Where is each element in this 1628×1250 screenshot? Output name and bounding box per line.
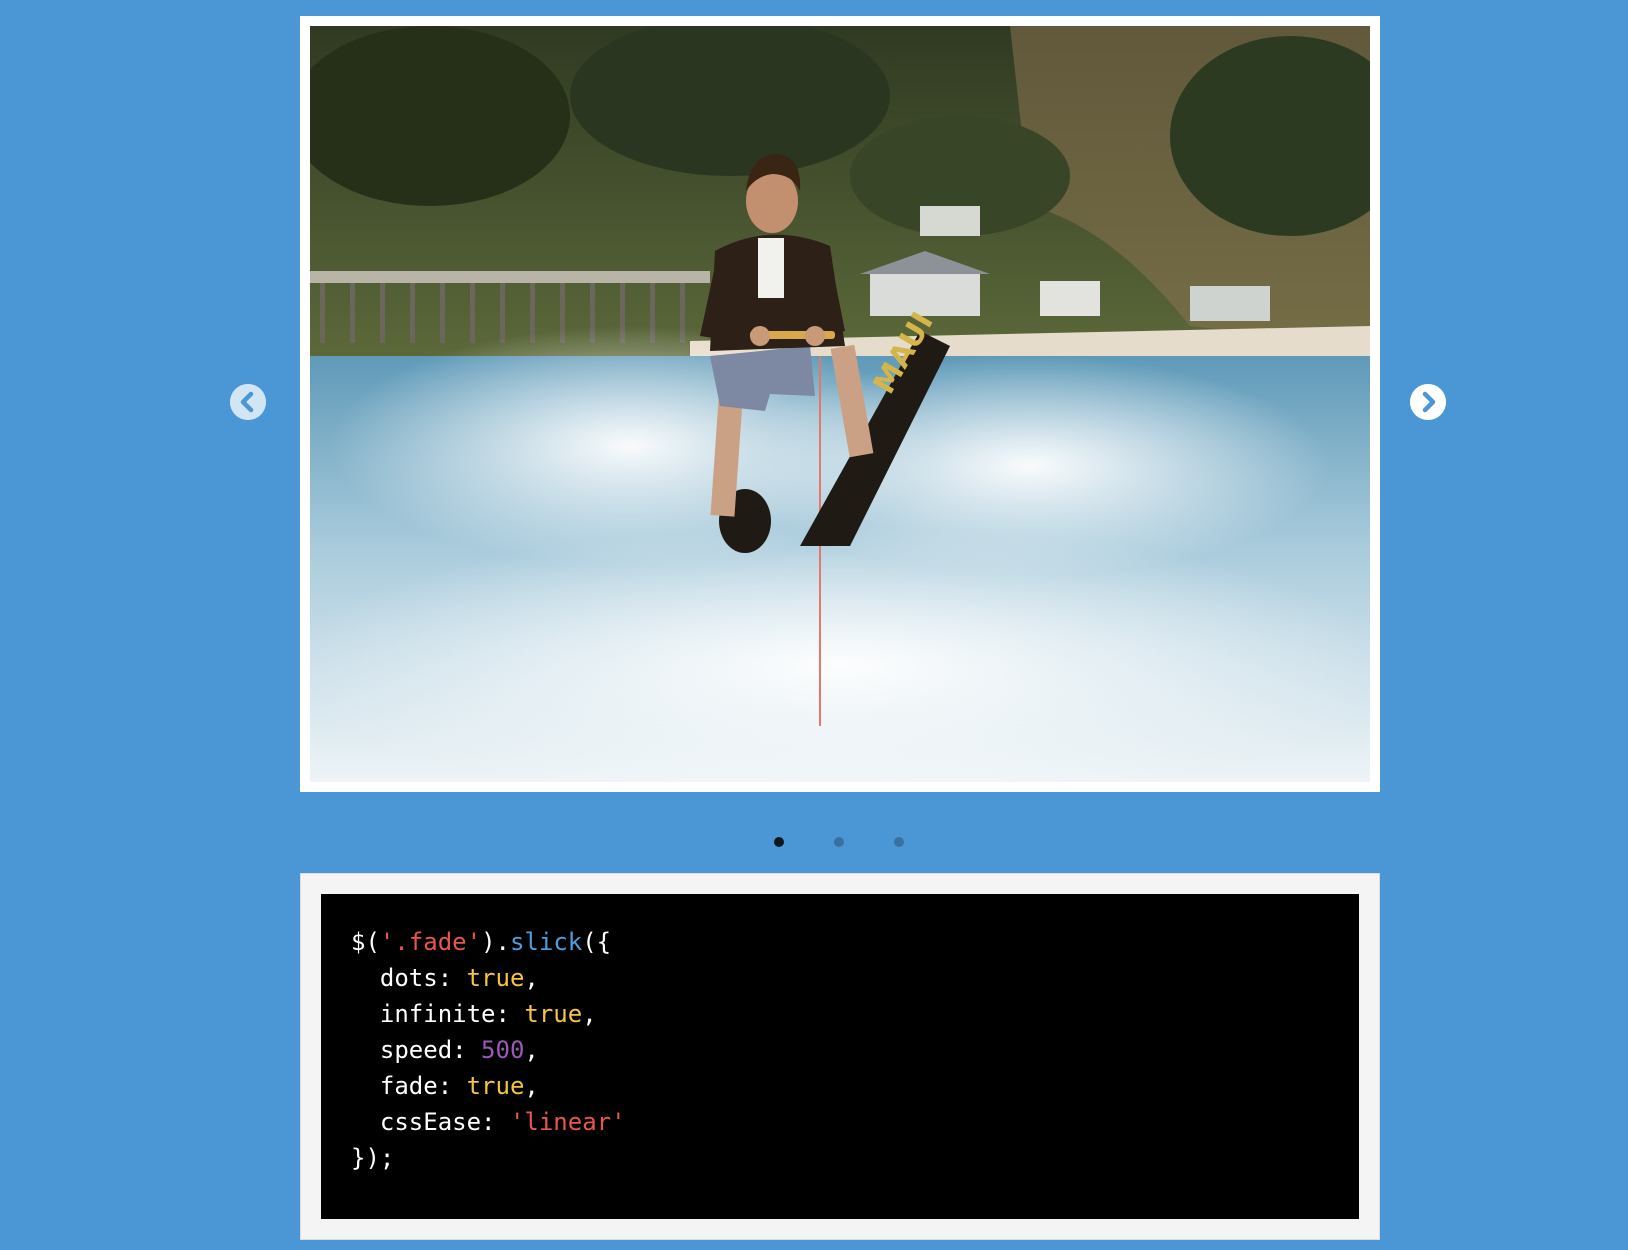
code-token-boolean: true bbox=[466, 964, 525, 992]
code-token-number: 500 bbox=[481, 1036, 525, 1064]
code-key: speed: bbox=[351, 1036, 482, 1064]
slide-dot-3[interactable] bbox=[892, 835, 906, 849]
code-token: , bbox=[524, 1072, 539, 1100]
code-token: ). bbox=[481, 928, 510, 956]
page: MAUI $('.fade').slick({dots: true, infi… bbox=[0, 0, 1628, 1250]
code-token-boolean: true bbox=[524, 1000, 583, 1028]
code-token-string: '.fade' bbox=[379, 928, 482, 956]
code-key: infinite: bbox=[351, 1000, 525, 1028]
code-token: , bbox=[582, 1000, 597, 1028]
code-token: , bbox=[524, 964, 539, 992]
code-token: $( bbox=[351, 928, 380, 956]
code-key: dots: bbox=[351, 964, 467, 992]
code-key: cssEase: bbox=[351, 1108, 510, 1136]
code-text: $('.fade').slick({ dots: true, infinite:… bbox=[351, 924, 1329, 1176]
slide-dot-2[interactable] bbox=[832, 835, 846, 849]
slide-dot-1[interactable] bbox=[772, 835, 786, 849]
water-skier-photo: MAUI bbox=[310, 26, 1370, 782]
code-key: fade: bbox=[351, 1072, 467, 1100]
code-panel: $('.fade').slick({ dots: true, infinite:… bbox=[300, 873, 1380, 1240]
code-token: }); bbox=[351, 1144, 395, 1172]
code-token-string: 'linear' bbox=[509, 1108, 626, 1136]
slide-frame: MAUI bbox=[300, 16, 1380, 792]
code-token: ({ bbox=[582, 928, 612, 956]
slide-image: MAUI bbox=[310, 26, 1370, 782]
code-token-function: slick bbox=[509, 928, 583, 956]
chevron-right-circle-icon bbox=[1410, 384, 1446, 420]
next-slide-button[interactable] bbox=[1410, 384, 1446, 420]
slide-dots bbox=[0, 835, 1628, 849]
code-token: , bbox=[524, 1036, 539, 1064]
chevron-left-circle-icon bbox=[230, 384, 266, 420]
code-token-boolean: true bbox=[466, 1072, 525, 1100]
code-block: $('.fade').slick({ dots: true, infinite:… bbox=[321, 894, 1359, 1219]
prev-slide-button[interactable] bbox=[230, 384, 266, 420]
